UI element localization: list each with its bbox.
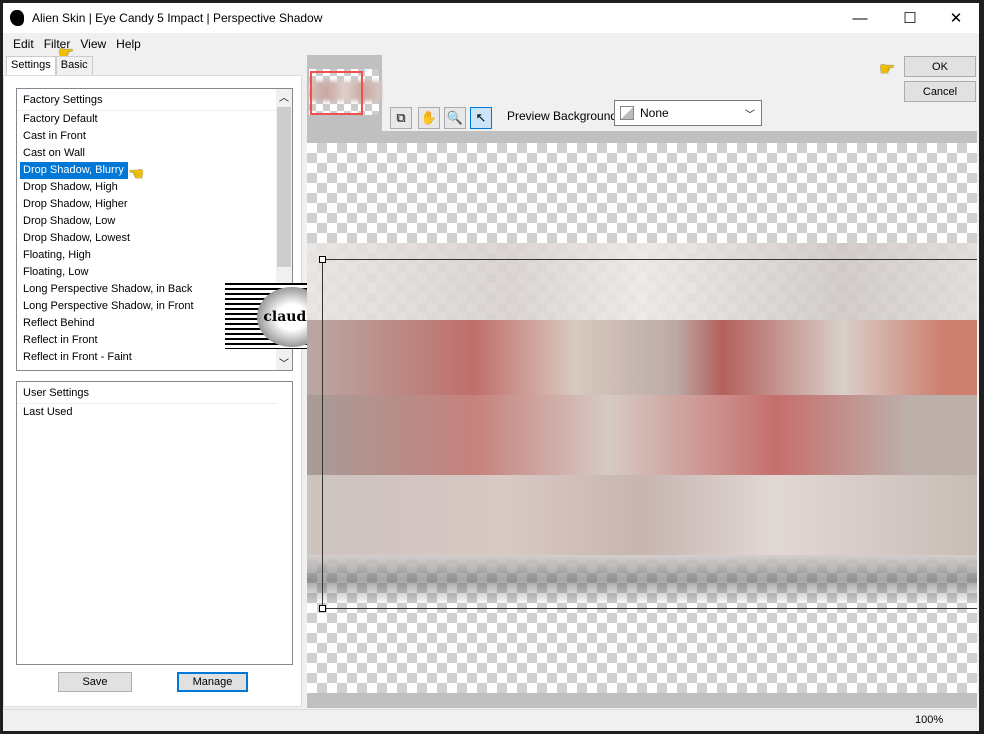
preview-toggle-icon[interactable]: ⧉ <box>390 107 412 129</box>
list-item[interactable]: Drop Shadow, Low <box>17 213 277 230</box>
user-settings-list[interactable]: User Settings Last Used <box>16 381 293 665</box>
list-item[interactable]: Cast on Wall <box>17 145 277 162</box>
preview-area[interactable] <box>307 131 977 708</box>
app-icon <box>10 10 24 26</box>
save-button[interactable]: Save <box>58 672 132 692</box>
tab-settings[interactable]: Settings <box>6 56 56 75</box>
hand-tool-icon[interactable]: ✋ <box>418 107 440 129</box>
cancel-button[interactable]: Cancel <box>904 81 976 102</box>
list-item[interactable]: Cast in Front <box>17 128 277 145</box>
ok-button[interactable]: OK <box>904 56 976 77</box>
minimize-button[interactable]: — <box>837 3 883 33</box>
resize-handle[interactable] <box>319 256 326 263</box>
chevron-down-icon[interactable]: ﹀ <box>276 355 292 370</box>
status-bar: 100% <box>3 709 979 731</box>
title-bar: Alien Skin | Eye Candy 5 Impact | Perspe… <box>3 3 979 33</box>
navigator-view-rect[interactable] <box>310 71 363 115</box>
pointing-hand-icon: ☛ <box>879 59 896 79</box>
pointing-hand-icon: ☚ <box>128 164 145 184</box>
list-item[interactable]: Factory Default <box>17 111 277 128</box>
list-header: User Settings <box>17 382 277 404</box>
navigator-thumbnail[interactable] <box>307 55 382 131</box>
list-item[interactable]: Drop Shadow, Blurry <box>20 162 128 179</box>
list-item[interactable]: Reflect in Front - Faint <box>17 349 277 366</box>
chevron-down-icon: ﹀ <box>745 109 755 121</box>
preview-background-label: Preview Background: <box>507 109 621 123</box>
settings-panel: Factory Settings Factory Default Cast in … <box>3 75 302 707</box>
tab-basic[interactable]: Basic <box>55 56 93 75</box>
arrow-tool-icon[interactable]: ↖ <box>470 107 492 129</box>
list-item[interactable]: Floating, Low <box>17 264 277 281</box>
maximize-button[interactable]: ☐ <box>887 3 933 33</box>
manage-button[interactable]: Manage <box>177 672 248 692</box>
resize-handle[interactable] <box>319 605 326 612</box>
swatch-icon <box>620 106 634 120</box>
preview-background-select[interactable]: None ﹀ <box>614 100 762 126</box>
preview-canvas[interactable] <box>307 143 977 693</box>
app-window: Alien Skin | Eye Candy 5 Impact | Perspe… <box>3 3 979 731</box>
window-title: Alien Skin | Eye Candy 5 Impact | Perspe… <box>32 11 323 25</box>
selection-rectangle[interactable] <box>319 256 977 612</box>
zoom-tool-icon[interactable]: 🔍 <box>444 107 466 129</box>
list-item[interactable]: Drop Shadow, Higher <box>17 196 277 213</box>
list-item[interactable]: Last Used <box>17 404 277 421</box>
menu-help[interactable]: Help <box>111 35 146 53</box>
chevron-up-icon[interactable]: ︿ <box>276 89 292 104</box>
list-item[interactable]: Drop Shadow, High <box>17 179 277 196</box>
preview-background-value: None <box>640 106 669 120</box>
menu-view[interactable]: View <box>75 35 111 53</box>
close-button[interactable]: ✕ <box>933 3 979 33</box>
menu-bar: Edit Filter View Help <box>8 35 146 53</box>
menu-edit[interactable]: Edit <box>8 35 39 53</box>
zoom-level: 100% <box>915 714 944 726</box>
list-item[interactable]: Floating, High <box>17 247 277 264</box>
list-header: Factory Settings <box>17 89 277 111</box>
scrollbar-thumb[interactable] <box>277 107 291 267</box>
list-item[interactable]: Drop Shadow, Lowest <box>17 230 277 247</box>
